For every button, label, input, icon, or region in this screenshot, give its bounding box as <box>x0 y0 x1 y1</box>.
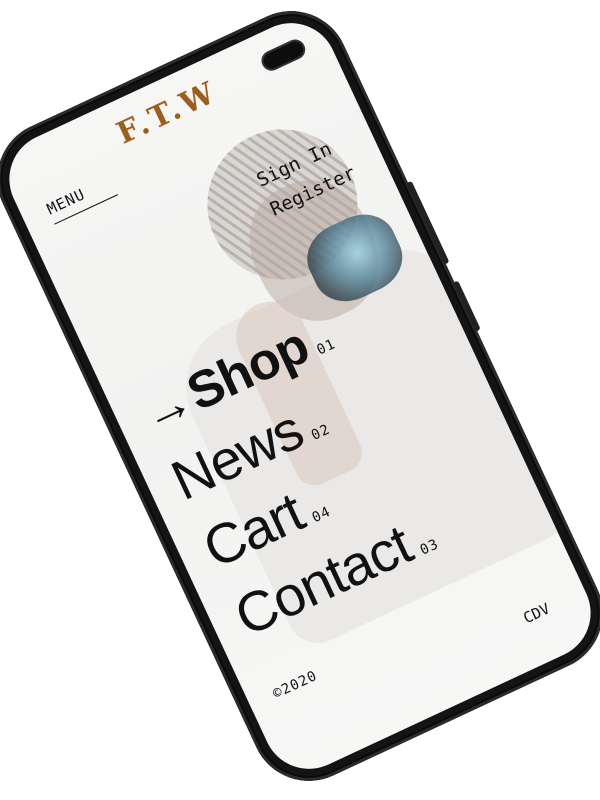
phone-mockup: F.T.W MENU Sign In Register → Shop 01 Ne… <box>0 0 600 800</box>
phone-screen: F.T.W MENU Sign In Register → Shop 01 Ne… <box>0 8 600 784</box>
